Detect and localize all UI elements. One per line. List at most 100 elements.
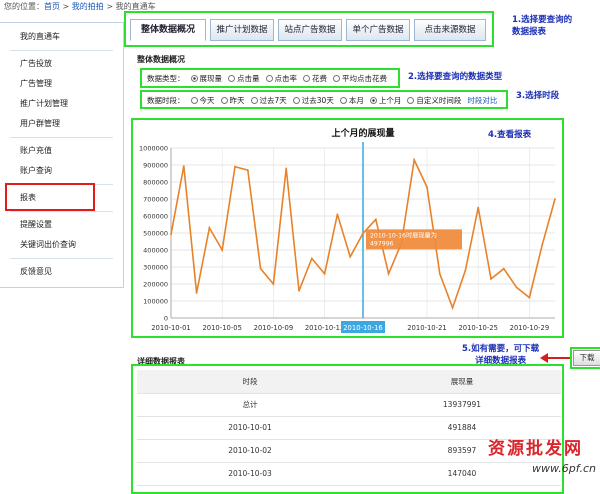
radio-ctr-label: 点击率: [274, 74, 298, 83]
table-cell: 13937991: [363, 393, 561, 417]
breadcrumb-separator: >: [60, 2, 72, 11]
sidebar-item-recharge[interactable]: 账户充值: [0, 141, 123, 161]
breadcrumb-home-link[interactable]: 首页: [44, 2, 60, 11]
chart-title: 上个月的展现量: [331, 127, 394, 139]
chart-x-tick-label: 2010-10-25: [458, 324, 498, 332]
tab-site-ad-data[interactable]: 站点广告数据: [278, 19, 342, 41]
chart-data-point: [246, 169, 249, 171]
radio-custom-range-label: 自定义时间段: [416, 96, 462, 105]
chart-data-point: [426, 186, 428, 188]
tab-single-ad-data[interactable]: 单个广告数据: [346, 19, 410, 41]
annotation-step2: 2.选择要查询的数据类型: [408, 72, 503, 82]
chart-data-point: [541, 244, 544, 246]
chart-data-point: [554, 198, 556, 200]
radio-this-month-label: 本月: [348, 96, 364, 105]
annotation-step1-line1: 1.选择要查询的: [512, 15, 573, 25]
breadcrumb-separator: >: [103, 2, 116, 11]
tab-plan-data[interactable]: 推广计划数据: [210, 19, 274, 41]
sidebar-item-ad-placement[interactable]: 广告投放: [0, 54, 123, 74]
radio-impressions[interactable]: [190, 75, 198, 82]
impressions-line-chart: 上个月的展现量 0 100000 200000 300000 400000 500000 60…: [139, 127, 556, 333]
sidebar-item-account-query[interactable]: 账户查询: [0, 161, 123, 181]
breadcrumb-paipai-link[interactable]: 我的拍拍: [72, 2, 104, 11]
period-compare-link[interactable]: 时段对比: [467, 95, 497, 106]
chart-x-tick-label: 2010-10-05: [202, 324, 242, 332]
chart-data-point: [528, 296, 531, 299]
table-cell: 总计: [137, 393, 363, 417]
radio-today[interactable]: [190, 97, 198, 104]
reports-highlight-box: [5, 183, 95, 211]
detail-table: 时段 展现量 总计 13937991 2010-10-01 491884 201…: [137, 370, 561, 486]
watermark-text: 资源批发网: [488, 439, 583, 459]
watermark-url: www.6pf.cn: [532, 462, 596, 475]
chart-data-point: [323, 272, 326, 275]
chart-data-point: [413, 159, 416, 161]
sidebar-divider: [10, 50, 113, 51]
chart-x-tick-label: 2010-10-16: [343, 324, 383, 332]
sidebar-item-ad-management[interactable]: 广告管理: [0, 74, 123, 94]
chart-y-tick-label: 400000: [143, 247, 168, 255]
chart-x-tick-label: 2010-10-09: [254, 324, 294, 332]
sidebar-item-user-groups[interactable]: 用户群管理: [0, 114, 123, 134]
sidebar: 我的直通车 广告投放 广告管理 推广计划管理 用户群管理 账户充值 账户查询 报…: [0, 22, 124, 288]
table-cell: 2010-10-02: [137, 439, 363, 463]
data-type-row: 数据类型： 展现量 点击量 点击率 花费 平均点击花费: [147, 73, 387, 84]
chart-tooltip-value: 497996: [370, 240, 394, 247]
sidebar-item-reminders[interactable]: 提醒设置: [0, 215, 123, 235]
chart-data-point: [182, 165, 185, 167]
radio-last7[interactable]: [250, 97, 258, 104]
annotation-step3: 3.选择时段: [516, 91, 560, 101]
table-row: 2010-10-03 147040: [137, 462, 561, 486]
report-tabs-highlight: 整体数据概况 推广计划数据 站点广告数据 单个广告数据 点击来源数据: [124, 11, 494, 47]
chart-y-tick-label: 500000: [143, 230, 168, 238]
tab-click-source-data[interactable]: 点击来源数据: [414, 19, 486, 41]
radio-cost[interactable]: [303, 75, 310, 82]
table-header-impressions: 展现量: [363, 370, 561, 394]
radio-ctr[interactable]: [265, 75, 273, 82]
annotation-step5-line1: 5.如有需要，可下载: [462, 344, 540, 354]
chart-data-point: [170, 233, 172, 236]
download-button[interactable]: 下载: [573, 350, 600, 366]
sidebar-item-keyword-bid[interactable]: 关键词出价查询: [0, 235, 123, 255]
period-row: 数据时段： 今天 昨天 过去7天 过去30天 本月 上个月 自定义时间段 时段对…: [147, 95, 497, 106]
chart-data-point: [272, 283, 275, 285]
chart-y-tick-label: 900000: [143, 162, 168, 170]
table-header-row: 时段 展现量: [137, 370, 561, 394]
chart-data-point: [502, 267, 505, 270]
tab-overview[interactable]: 整体数据概况: [130, 19, 206, 41]
radio-last30-label: 过去30天: [301, 96, 334, 105]
breadcrumb-prefix: 您的位置：: [4, 2, 44, 11]
chart-y-tick-label: 0: [164, 315, 168, 323]
radio-custom-range[interactable]: [407, 97, 415, 104]
radio-clicks[interactable]: [228, 75, 235, 82]
chart-y-tick-label: 600000: [143, 213, 168, 221]
radio-last30[interactable]: [292, 97, 300, 104]
chart-data-point: [387, 272, 390, 275]
table-header-period: 时段: [137, 370, 363, 394]
chart-x-tick-label: 2010-10-21: [407, 324, 447, 332]
sidebar-item-feedback[interactable]: 反馈意见: [0, 262, 123, 282]
chart-y-tick-label: 300000: [143, 264, 168, 272]
chart-data-point: [285, 167, 288, 170]
chart-data-point: [208, 227, 211, 229]
chart-data-point: [477, 206, 480, 209]
radio-yesterday[interactable]: [220, 97, 228, 104]
sidebar-divider: [10, 258, 113, 259]
chart-data-point: [349, 255, 352, 258]
radio-last-month[interactable]: [369, 97, 377, 104]
chart-data-point: [195, 292, 198, 294]
radio-avg-cpc[interactable]: [333, 75, 340, 82]
radio-last-month-label: 上个月: [378, 96, 402, 105]
radio-yesterday-label: 昨天: [229, 96, 245, 105]
chart-y-tick-label: 800000: [143, 179, 168, 187]
sidebar-item-home[interactable]: 我的直通车: [0, 27, 123, 47]
chart-data-point: [464, 269, 467, 272]
radio-last7-label: 过去7天: [259, 96, 287, 105]
annotation-step4: 4.查看报表: [488, 130, 532, 140]
sidebar-item-plan-management[interactable]: 推广计划管理: [0, 94, 123, 114]
radio-avg-cpc-label: 平均点击花费: [342, 74, 387, 83]
overview-title: 整体数据概况: [137, 55, 185, 64]
radio-this-month[interactable]: [339, 97, 347, 104]
arrow-icon: [540, 353, 570, 363]
breadcrumb-current: 我的直通车: [115, 2, 156, 11]
